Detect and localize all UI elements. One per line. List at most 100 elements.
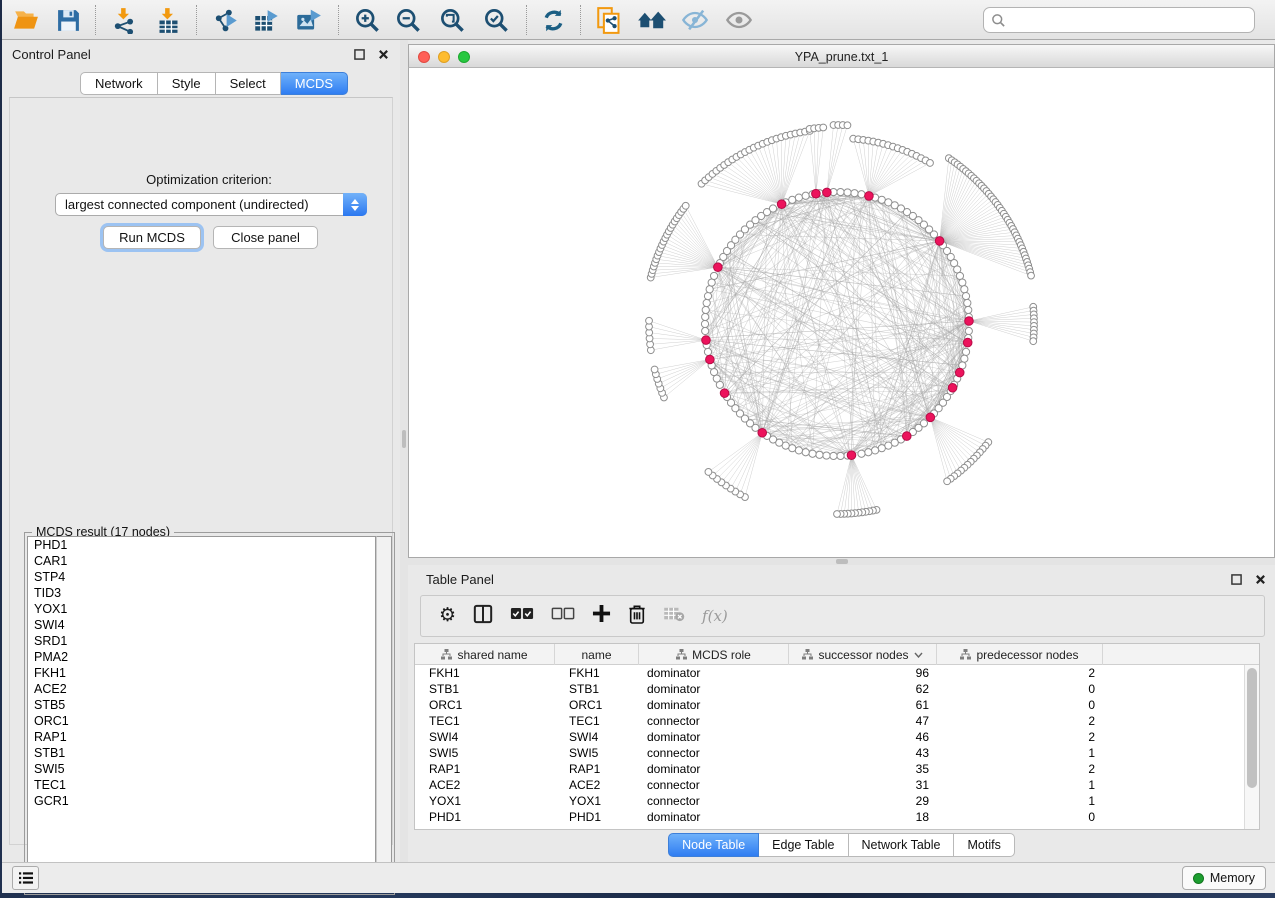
mcds-hub-node[interactable] — [706, 355, 715, 364]
table-row[interactable]: SWI5SWI5connector431 — [415, 745, 1245, 761]
leaf-node[interactable] — [820, 124, 827, 131]
show-all-button[interactable] — [721, 4, 757, 36]
leaf-node[interactable] — [1030, 338, 1037, 345]
criterion-dropdown[interactable]: largest connected component (undirected) — [55, 193, 367, 216]
table-row[interactable]: ACE2ACE2connector311 — [415, 777, 1245, 793]
zoom-out-button[interactable] — [390, 4, 426, 36]
home-layout-button[interactable] — [633, 4, 669, 36]
ring-node[interactable] — [816, 451, 823, 458]
table-scrollbar[interactable] — [1244, 665, 1259, 829]
mcds-hub-node[interactable] — [758, 428, 767, 437]
mcds-result-item[interactable]: RAP1 — [28, 729, 375, 745]
ring-node[interactable] — [961, 286, 968, 293]
network-graph[interactable] — [409, 68, 1274, 556]
export-network-button[interactable] — [207, 4, 243, 36]
close-table-panel-button[interactable] — [1253, 572, 1267, 586]
leaf-node[interactable] — [705, 469, 712, 476]
mcds-hub-node[interactable] — [812, 189, 821, 198]
hide-selected-button[interactable] — [677, 4, 713, 36]
table-row[interactable]: TEC1TEC1connector472 — [415, 713, 1245, 729]
delete-column-button[interactable] — [628, 604, 646, 629]
ring-node[interactable] — [851, 190, 858, 197]
scrollbar-thumb[interactable] — [1247, 668, 1257, 788]
ring-node[interactable] — [959, 279, 966, 286]
tab-style[interactable]: Style — [158, 72, 216, 95]
zoom-in-button[interactable] — [349, 4, 385, 36]
mcds-hub-node[interactable] — [935, 237, 944, 246]
tab-mcds[interactable]: MCDS — [281, 72, 348, 95]
mcds-result-item[interactable]: TID3 — [28, 585, 375, 601]
mcds-result-item[interactable]: CAR1 — [28, 553, 375, 569]
ring-node[interactable] — [809, 450, 816, 457]
export-table-button[interactable] — [248, 4, 284, 36]
mcds-hub-node[interactable] — [720, 389, 729, 398]
table-row[interactable]: FKH1FKH1dominator962 — [415, 665, 1245, 681]
leaf-node[interactable] — [944, 478, 951, 485]
table-row[interactable]: RAP1RAP1dominator352 — [415, 761, 1245, 777]
mcds-hub-node[interactable] — [948, 383, 957, 392]
ring-node[interactable] — [830, 452, 837, 459]
vertical-splitter[interactable] — [400, 40, 408, 862]
ring-node[interactable] — [964, 299, 971, 306]
mcds-result-item[interactable]: STP4 — [28, 569, 375, 585]
mcds-result-item[interactable]: SRD1 — [28, 633, 375, 649]
ring-node[interactable] — [878, 445, 885, 452]
first-neighbors-button[interactable] — [591, 4, 627, 36]
table-row[interactable]: PHD1PHD1dominator180 — [415, 809, 1245, 825]
leaf-node[interactable] — [646, 317, 653, 324]
mcds-result-item[interactable]: TEC1 — [28, 777, 375, 793]
float-panel-button[interactable] — [1229, 572, 1243, 586]
zoom-selected-button[interactable] — [478, 4, 514, 36]
ring-node[interactable] — [965, 327, 972, 334]
network-window-titlebar[interactable]: YPA_prune.txt_1 — [408, 44, 1275, 68]
table-settings-button[interactable]: ⚙ — [439, 606, 456, 626]
mcds-result-item[interactable]: ACE2 — [28, 681, 375, 697]
tab-motifs[interactable]: Motifs — [954, 833, 1014, 857]
mcds-hub-node[interactable] — [955, 368, 964, 377]
memory-button[interactable]: Memory — [1182, 866, 1266, 890]
mcds-result-item[interactable]: SWI5 — [28, 761, 375, 777]
mcds-hub-node[interactable] — [865, 192, 874, 201]
deselect-all-button[interactable] — [551, 606, 575, 626]
delete-table-button[interactable] — [663, 606, 685, 627]
ring-node[interactable] — [823, 452, 830, 459]
column-header-shared-name[interactable]: shared name — [415, 644, 555, 665]
run-mcds-button[interactable]: Run MCDS — [103, 226, 201, 249]
ring-node[interactable] — [789, 196, 796, 203]
import-table-button[interactable] — [150, 4, 186, 36]
open-file-button[interactable] — [8, 4, 44, 36]
ring-node[interactable] — [837, 188, 844, 195]
tab-network[interactable]: Network — [80, 72, 158, 95]
ring-node[interactable] — [704, 348, 711, 355]
refresh-button[interactable] — [535, 4, 571, 36]
network-canvas[interactable] — [408, 68, 1275, 558]
select-all-button[interactable] — [510, 606, 534, 626]
ring-node[interactable] — [795, 447, 802, 454]
column-header-MCDS-role[interactable]: MCDS role — [639, 644, 789, 665]
ring-node[interactable] — [702, 327, 709, 334]
float-panel-button[interactable] — [352, 47, 366, 61]
mcds-hub-node[interactable] — [963, 338, 972, 347]
ring-node[interactable] — [701, 320, 708, 327]
mcds-hub-node[interactable] — [702, 336, 711, 345]
ring-node[interactable] — [872, 447, 879, 454]
ring-node[interactable] — [858, 450, 865, 457]
leaf-node[interactable] — [682, 202, 689, 209]
mcds-result-item[interactable]: YOX1 — [28, 601, 375, 617]
ring-node[interactable] — [930, 231, 937, 238]
import-network-button[interactable] — [106, 4, 142, 36]
ring-node[interactable] — [961, 355, 968, 362]
mcds-hub-node[interactable] — [777, 200, 786, 209]
tab-node-table[interactable]: Node Table — [668, 833, 759, 857]
ring-node[interactable] — [795, 194, 802, 201]
ring-node[interactable] — [865, 449, 872, 456]
ring-node[interactable] — [962, 292, 969, 299]
leaf-node[interactable] — [927, 160, 934, 167]
ring-node[interactable] — [706, 286, 713, 293]
mcds-result-item[interactable]: FKH1 — [28, 665, 375, 681]
leaf-node[interactable] — [844, 122, 851, 129]
ring-node[interactable] — [844, 189, 851, 196]
ring-node[interactable] — [837, 452, 844, 459]
ring-node[interactable] — [702, 306, 709, 313]
ring-node[interactable] — [769, 205, 776, 212]
